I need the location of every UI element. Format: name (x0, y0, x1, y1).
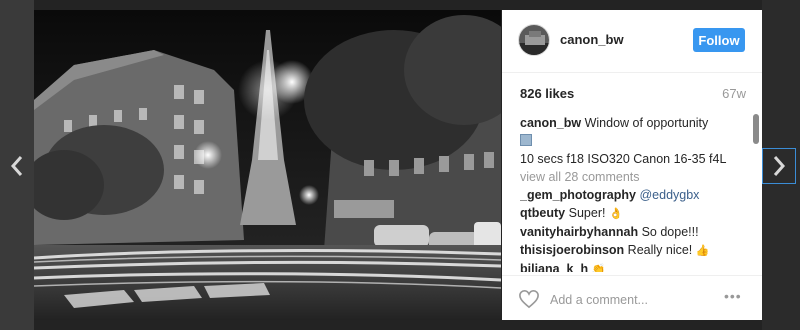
comment-username[interactable]: vanityhairbyhannah (520, 225, 638, 239)
comment-item: biliana_k_h 👏 (520, 260, 746, 272)
likes-count[interactable]: 826 likes (520, 86, 574, 101)
chevron-right-icon (773, 156, 786, 176)
comment-item: vanityhairbyhannah So dope!!! (520, 223, 746, 241)
post-age[interactable]: 67w (722, 86, 746, 101)
like-button[interactable] (518, 289, 540, 309)
comment-mention[interactable]: @eddygbx (639, 188, 699, 202)
comment-item: _gem_photography @eddygbx (520, 186, 746, 204)
author-username[interactable]: canon_bw (560, 32, 624, 47)
comment-text: Really nice! (627, 243, 693, 257)
comments-scrollbar[interactable] (752, 112, 760, 274)
comment-username[interactable]: qtbeuty (520, 206, 565, 220)
caption: canon_bw Window of opportunity (520, 114, 746, 132)
ok-hand-emoji-icon: 👌 (608, 208, 623, 220)
more-options-button[interactable]: ••• (724, 288, 742, 304)
caption-text-line1: Window of opportunity (584, 116, 709, 130)
avatar[interactable] (518, 24, 550, 56)
avatar-image (519, 25, 549, 55)
add-comment-input[interactable] (548, 288, 712, 312)
view-all-comments-link[interactable]: view all 28 comments (520, 168, 746, 186)
comment-username[interactable]: _gem_photography (520, 188, 636, 202)
previous-post-button[interactable] (4, 150, 30, 182)
caption-text-line2: 10 secs f18 ISO320 Canon 16-35 f4L (520, 152, 727, 166)
picture-emoji-icon (520, 134, 532, 146)
post-header: canon_bw Follow (502, 10, 762, 73)
comment-item: qtbeuty Super! 👌 (520, 204, 746, 223)
comment-item: thisisjoerobinson Really nice! 👍 (520, 241, 746, 260)
comment-text: So dope!!! (641, 225, 699, 239)
comment-username[interactable]: thisisjoerobinson (520, 243, 624, 257)
comment-text: Super! (568, 206, 606, 220)
heart-icon (519, 289, 539, 309)
comment-username[interactable]: biliana_k_h (520, 262, 588, 272)
post-footer: ••• (502, 275, 762, 321)
comment-list: canon_bw Window of opportunity 10 secs f… (520, 114, 746, 272)
clap-emoji-icon: 👏 (591, 264, 606, 272)
follow-button[interactable]: Follow (693, 28, 745, 52)
next-post-button[interactable] (762, 148, 796, 184)
post-photo[interactable] (34, 10, 501, 320)
paris-night-photo (34, 10, 501, 320)
caption-emoji-row (520, 132, 746, 150)
thumbs-up-emoji-icon: 👍 (695, 245, 710, 257)
post-side-panel: canon_bw Follow 826 likes 67w canon_bw W… (502, 10, 762, 320)
caption-username[interactable]: canon_bw (520, 116, 581, 130)
scrollbar-thumb[interactable] (753, 114, 759, 144)
chevron-left-icon (10, 156, 23, 176)
post-meta: 826 likes 67w (520, 86, 746, 104)
